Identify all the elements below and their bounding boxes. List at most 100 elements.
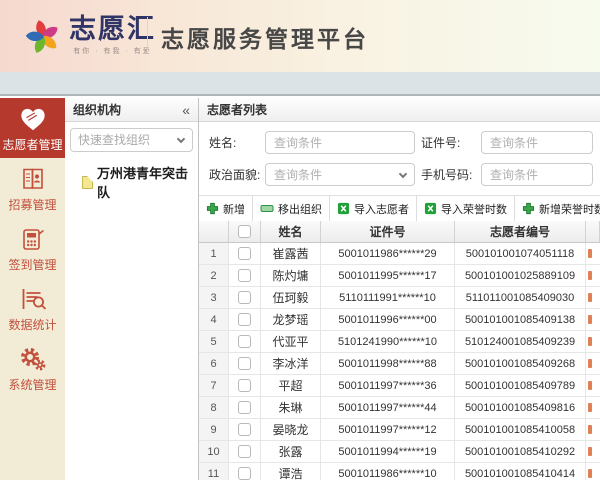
cell-truncated-next-column <box>586 419 600 440</box>
cell-id-number: 5101241990******10 <box>321 331 455 352</box>
row-index: 8 <box>199 397 229 418</box>
cell-name: 张露 <box>261 441 321 462</box>
select-all-checkbox[interactable] <box>238 225 251 238</box>
row-index: 11 <box>199 463 229 480</box>
cell-volunteer-number: 500101001025889109 <box>455 265 586 286</box>
logo-tagline: 有你 · 有我 · 有爱 <box>73 48 152 55</box>
sidebar-item-system-management[interactable]: 系统管理 <box>0 338 65 398</box>
cell-id-number: 5001011996******00 <box>321 309 455 330</box>
cell-volunteer-number: 500101001085409789 <box>455 375 586 396</box>
sidebar-item-label: 志愿者管理 <box>2 137 63 152</box>
filter-form: 姓名: 证件号: 政治面貌: 手机号码: <box>199 122 600 195</box>
stats-search-icon <box>19 284 47 314</box>
row-checkbox[interactable] <box>238 445 251 458</box>
import-honor-hours-button[interactable]: 导入荣誉时数 <box>417 196 515 221</box>
add-honor-hours-button[interactable]: 新增荣誉时数 <box>515 196 600 221</box>
row-checkbox[interactable] <box>238 423 251 436</box>
organization-panel-title: 组织机构 <box>73 103 122 117</box>
sidebar-item-volunteer-management[interactable]: 志愿者管理 <box>0 98 65 158</box>
table-row: 5 代亚平 5101241990******10 510124001085409239 <box>199 331 600 353</box>
cell-name: 伍珂毅 <box>261 287 321 308</box>
header-divider <box>147 17 148 53</box>
sidebar-item-data-statistics[interactable]: 数据统计 <box>0 278 65 338</box>
row-checkbox-cell <box>229 419 261 440</box>
organization-tree: 万州港青年突击队 <box>65 154 198 201</box>
cell-id-number: 5001011997******12 <box>321 419 455 440</box>
row-checkbox[interactable] <box>238 401 251 414</box>
table-row: 2 陈灼墉 5001011995******17 500101001025889109 <box>199 265 600 287</box>
row-index: 3 <box>199 287 229 308</box>
cell-volunteer-number: 500101001074051118 <box>455 243 586 264</box>
cell-id-number: 5001011995******17 <box>321 265 455 286</box>
cell-truncated-next-column <box>586 309 600 330</box>
row-checkbox-cell <box>229 353 261 374</box>
top-header: 志愿汇 有你 · 有我 · 有爱 志愿服务管理平台 <box>0 0 600 72</box>
button-label: 新增荣誉时数 <box>539 203 600 216</box>
excel-import-icon <box>337 202 350 215</box>
row-checkbox-cell <box>229 463 261 480</box>
row-checkbox[interactable] <box>238 313 251 326</box>
add-button[interactable]: 新增 <box>199 196 253 221</box>
document-icon <box>82 175 93 189</box>
header-name-column: 姓名 <box>261 221 321 242</box>
truncated-red-text-fragment <box>588 447 592 456</box>
political-status-filter-select[interactable] <box>265 163 415 186</box>
row-index: 2 <box>199 265 229 286</box>
row-checkbox-cell <box>229 243 261 264</box>
sidebar-item-label: 签到管理 <box>8 257 57 272</box>
id-number-filter-input[interactable] <box>481 131 593 154</box>
table-row: 3 伍珂毅 5110111991******10 511011001085409030 <box>199 287 600 309</box>
tree-item-organization[interactable]: 万州港青年突击队 <box>82 163 198 201</box>
row-checkbox[interactable] <box>238 467 251 480</box>
sidebar-item-label: 数据统计 <box>8 317 57 332</box>
cell-volunteer-number: 500101001085409138 <box>455 309 586 330</box>
volunteer-list-panel: 志愿者列表 姓名: 证件号: 政治面貌: 手机号码: 新增 移出组织 导入志愿者 导入荣誉时… <box>199 98 600 480</box>
cell-truncated-next-column <box>586 463 600 480</box>
organization-search-input[interactable] <box>70 128 193 152</box>
table-body: 1 崔露茜 5001011986******29 500101001074051118… <box>199 243 600 480</box>
row-checkbox-cell <box>229 397 261 418</box>
row-checkbox[interactable] <box>238 379 251 392</box>
sidebar: 志愿者管理招募管理签到管理数据统计系统管理 <box>0 98 65 480</box>
checkin-terminal-icon <box>20 224 46 254</box>
cell-name: 谭浩 <box>261 463 321 480</box>
table-row: 1 崔露茜 5001011986******29 500101001074051118 <box>199 243 600 265</box>
id-number-filter-field <box>481 131 593 154</box>
header-sub-strip <box>0 72 600 96</box>
truncated-red-text-fragment <box>588 293 592 302</box>
row-checkbox[interactable] <box>238 357 251 370</box>
cell-volunteer-number: 511011001085409030 <box>455 287 586 308</box>
cell-name: 龙梦瑶 <box>261 309 321 330</box>
truncated-red-text-fragment <box>588 425 592 434</box>
cell-id-number: 5001011997******44 <box>321 397 455 418</box>
collapse-panel-icon[interactable]: « <box>182 103 190 117</box>
id-number-filter-label: 证件号: <box>421 136 461 150</box>
table-row: 9 晏晓龙 5001011997******12 500101001085410058 <box>199 419 600 441</box>
import-volunteers-button[interactable]: 导入志愿者 <box>330 196 417 221</box>
sidebar-item-checkin-management[interactable]: 签到管理 <box>0 218 65 278</box>
application-window: 志愿汇 有你 · 有我 · 有爱 志愿服务管理平台 志愿者管理招募管理签到管理数… <box>0 0 600 480</box>
cell-name: 晏晓龙 <box>261 419 321 440</box>
name-filter-input[interactable] <box>265 131 415 154</box>
row-checkbox[interactable] <box>238 247 251 260</box>
cell-truncated-next-column <box>586 397 600 418</box>
row-checkbox[interactable] <box>238 335 251 348</box>
cell-id-number: 5110111991******10 <box>321 287 455 308</box>
remove-from-org-button[interactable]: 移出组织 <box>253 196 330 221</box>
name-filter-label: 姓名: <box>209 136 237 150</box>
cell-name: 代亚平 <box>261 331 321 352</box>
cell-name: 朱琳 <box>261 397 321 418</box>
mobile-filter-input[interactable] <box>481 163 593 186</box>
header-index-cell <box>199 221 229 242</box>
political-status-filter-label: 政治面貌: <box>209 168 261 182</box>
cell-truncated-next-column <box>586 353 600 374</box>
row-index: 4 <box>199 309 229 330</box>
cell-volunteer-number: 500101001085410414 <box>455 463 586 480</box>
mobile-filter-field <box>481 163 593 186</box>
cell-id-number: 5001011986******29 <box>321 243 455 264</box>
toolbar: 新增 移出组织 导入志愿者 导入荣誉时数 新增荣誉时数 <box>199 195 600 221</box>
row-checkbox[interactable] <box>238 291 251 304</box>
row-checkbox[interactable] <box>238 269 251 282</box>
sidebar-item-recruit-management[interactable]: 招募管理 <box>0 158 65 218</box>
button-label: 导入荣誉时数 <box>441 203 507 216</box>
